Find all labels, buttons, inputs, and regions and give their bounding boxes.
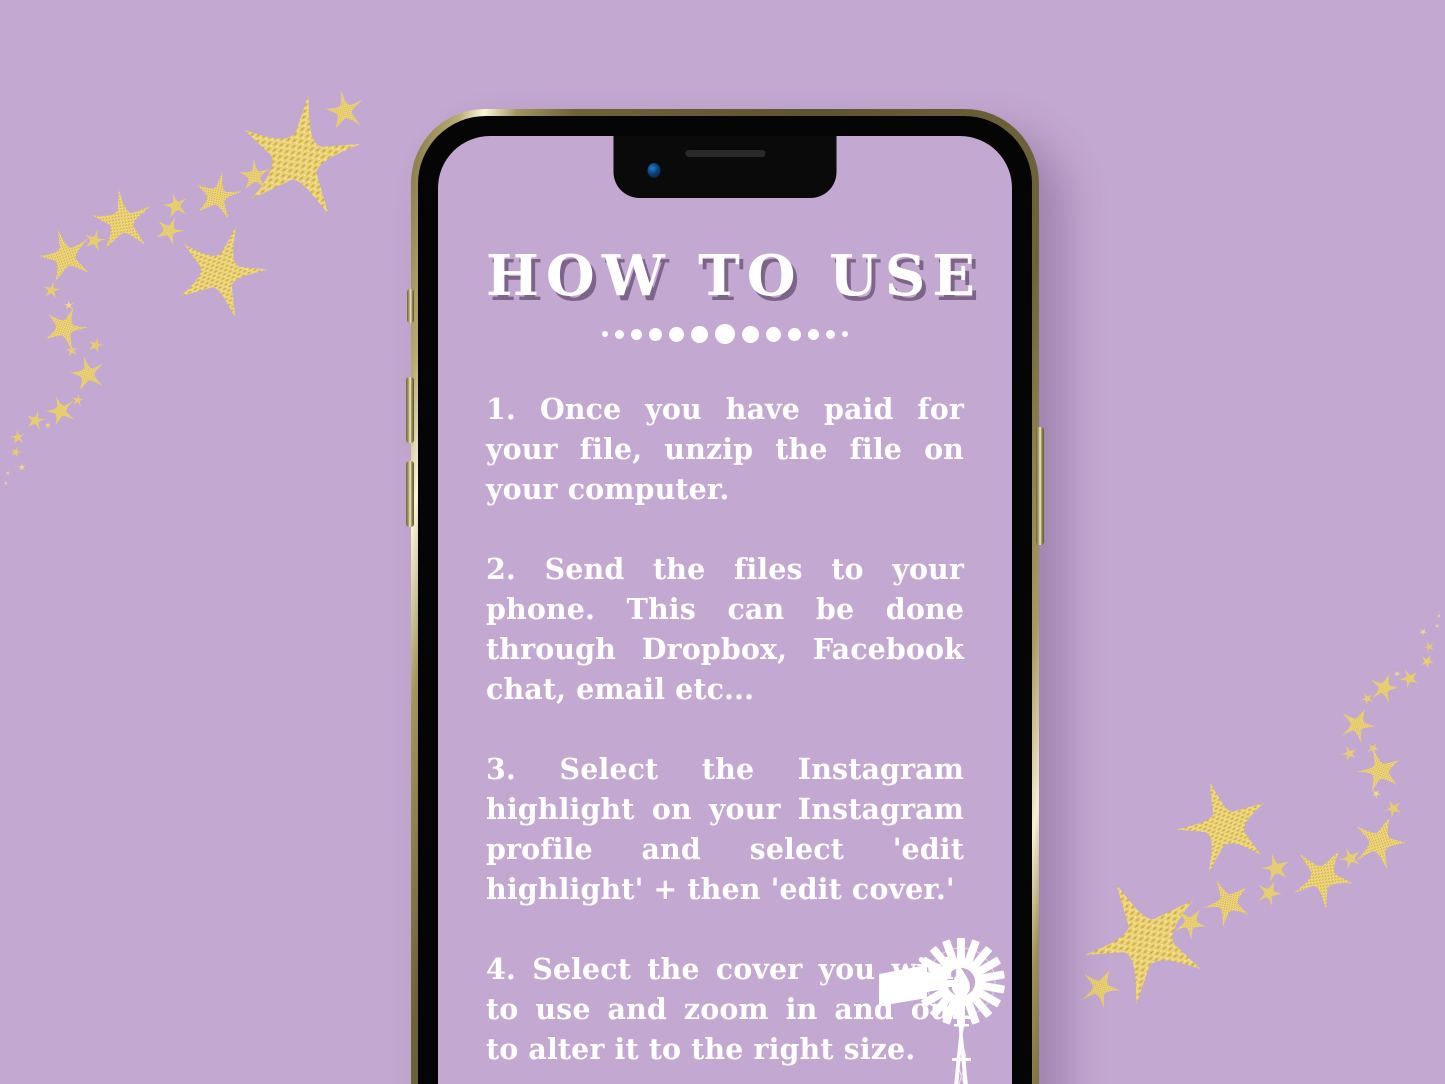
silent-switch[interactable] xyxy=(407,289,414,323)
divider-dot xyxy=(788,327,801,341)
divider-dot xyxy=(649,327,662,341)
phone-screen: HOW TO USE 1. Once you have paid for you… xyxy=(438,136,1012,1084)
phone-bezel: HOW TO USE 1. Once you have paid for you… xyxy=(418,116,1032,1084)
divider-dot xyxy=(631,328,642,340)
earpiece-speaker-icon xyxy=(685,150,765,157)
divider-dot xyxy=(602,331,608,338)
divider-dot xyxy=(669,326,684,342)
front-camera-lens-icon xyxy=(647,163,661,178)
step-item-2: 2. Send the files to your phone. This ca… xyxy=(486,552,964,707)
camera-notch xyxy=(613,136,837,198)
volume-down-button[interactable] xyxy=(406,461,414,527)
divider-dot xyxy=(826,329,835,339)
divider-dot xyxy=(808,328,819,340)
sparkle-colon-icon xyxy=(1011,254,1013,306)
divider-dot xyxy=(742,325,759,343)
step-item-1: 1. Once you have paid for your file, unz… xyxy=(486,392,964,507)
dot-divider xyxy=(486,323,964,345)
divider-dot xyxy=(842,331,848,338)
smartphone-mockup: HOW TO USE 1. Once you have paid for you… xyxy=(406,109,1044,1084)
divider-dot xyxy=(766,326,781,342)
power-button[interactable] xyxy=(1036,427,1044,545)
gold-star-swirl-right-icon xyxy=(1035,604,1445,1044)
page-title-text: HOW TO USE xyxy=(486,243,982,309)
windmill-illustration-icon xyxy=(875,934,1012,1084)
poster-canvas: HOW TO USE 1. Once you have paid for you… xyxy=(0,0,1445,1084)
step-item-3: 3. Select the Instagram highlight on you… xyxy=(486,752,964,907)
divider-dot xyxy=(615,329,624,339)
page-title: HOW TO USE xyxy=(486,248,975,306)
volume-up-button[interactable] xyxy=(406,377,414,443)
title-block: HOW TO USE xyxy=(486,248,975,345)
gold-star-swirl-left-icon xyxy=(0,55,410,495)
divider-dot xyxy=(715,324,735,345)
divider-dot xyxy=(691,325,708,343)
